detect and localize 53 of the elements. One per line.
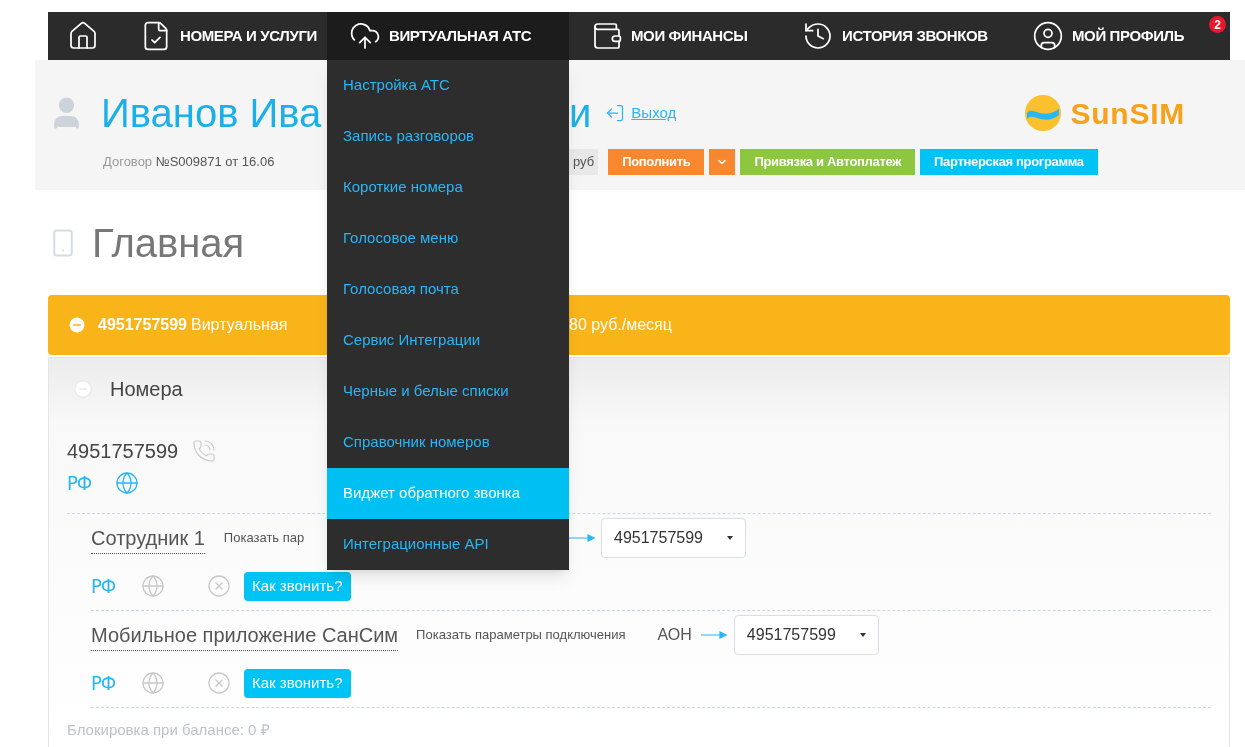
number-select[interactable]: 4951757599 — [601, 518, 746, 558]
menu-item[interactable]: Короткие номера — [327, 162, 569, 213]
home-icon — [67, 20, 99, 52]
cloud-upload-icon — [349, 20, 381, 52]
connection-params-link[interactable]: Показать пар — [223, 528, 305, 548]
page-title: Главная — [92, 223, 245, 263]
exit-icon — [605, 103, 626, 123]
logo-text: SunSIM — [1070, 95, 1185, 132]
region-label: РФ — [91, 573, 117, 600]
menu-item[interactable]: Черные и белые списки — [327, 366, 569, 417]
globe-icon[interactable] — [141, 671, 165, 695]
notification-badge: 2 — [1209, 16, 1226, 33]
contract-label: Договор — [103, 154, 153, 170]
globe-icon[interactable] — [141, 574, 165, 598]
account-name-fragment: и — [569, 93, 592, 133]
employee-name[interactable]: Мобильное приложение СанСим — [91, 619, 399, 651]
number-select[interactable]: 4951757599 — [733, 615, 879, 655]
sip-phone-icon — [192, 439, 217, 463]
nav-tab[interactable]: МОИ ФИНАНСЫ — [569, 12, 780, 60]
nav-tab[interactable]: ИСТОРИЯ ЗВОНКОВ — [780, 12, 1010, 60]
history-icon — [802, 20, 834, 52]
remove-icon[interactable] — [207, 671, 231, 695]
banner-number: 4951757599 — [98, 315, 187, 335]
banner-price: 80 руб./месяц — [569, 315, 672, 335]
nav-tab[interactable]: ВИРТУАЛЬНАЯ АТС — [327, 12, 569, 60]
remove-icon[interactable] — [207, 574, 231, 598]
sun-logo-icon — [1022, 93, 1063, 133]
block-balance-note: Блокировка при балансе: 0 ₽ — [67, 720, 271, 740]
collapse-icon[interactable] — [67, 315, 87, 335]
phone-number: 4951757599 — [67, 439, 179, 464]
aon-label: АОН — [657, 625, 692, 645]
region-label: РФ — [67, 470, 93, 497]
account-name: Иванов Ива — [101, 93, 322, 133]
arrow-icon — [700, 631, 727, 639]
nav-tab[interactable]: МОЙ ПРОФИЛЬ 2 — [1010, 12, 1230, 60]
connection-params-link[interactable]: Показать параметры подключения — [416, 625, 626, 645]
menu-item[interactable]: Голосовое меню — [327, 213, 569, 264]
employee-name[interactable]: Сотрудник 1 — [91, 522, 205, 554]
arrow-icon — [569, 534, 595, 542]
menu-item[interactable]: Настройка АТС — [327, 60, 569, 111]
nav-tab[interactable]: НОМЕРА И УСЛУГИ — [118, 12, 327, 60]
balance-fragment: руб — [569, 149, 599, 175]
menu-item[interactable]: Интеграционные API — [327, 519, 569, 570]
dropdown-button[interactable] — [709, 149, 736, 175]
contract-number: №S009871 от 16.06 — [155, 154, 275, 170]
region-label: РФ — [91, 670, 117, 697]
panel-title: Номера — [110, 377, 183, 402]
menu-item[interactable]: Запись разговоров — [327, 111, 569, 162]
wallet-icon — [591, 20, 623, 52]
menu-item[interactable]: Справочник номеров — [327, 417, 569, 468]
user-circle-icon — [1032, 20, 1064, 52]
globe-icon[interactable] — [115, 471, 139, 495]
banner-text: Виртуальная — [191, 315, 288, 335]
